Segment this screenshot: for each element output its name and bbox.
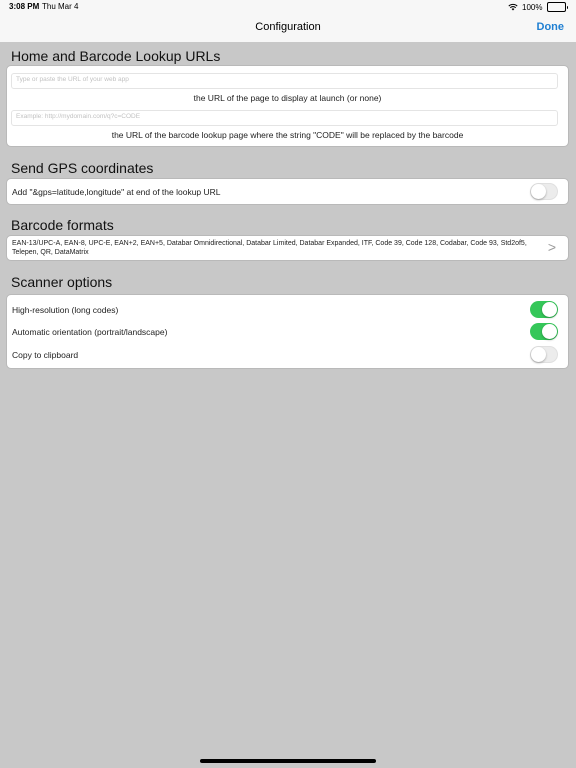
auto-orientation-label: Automatic orientation (portrait/landscap… bbox=[12, 327, 168, 337]
scanner-section-title: Scanner options bbox=[11, 274, 113, 290]
wifi-icon bbox=[508, 3, 518, 11]
high-resolution-toggle[interactable] bbox=[530, 301, 558, 318]
high-resolution-label: High-resolution (long codes) bbox=[12, 305, 119, 315]
battery-percent: 100% bbox=[522, 2, 543, 12]
chevron-right-icon[interactable]: > bbox=[548, 239, 556, 255]
battery-icon bbox=[546, 2, 568, 12]
gps-label: Add "&gps=latitude,longitude" at end of … bbox=[12, 187, 221, 197]
gps-section-title: Send GPS coordinates bbox=[11, 160, 154, 176]
home-url-help: the URL of the page to display at launch… bbox=[193, 93, 382, 103]
scanner-card: High-resolution (long codes) Automatic o… bbox=[6, 294, 569, 369]
page-title: Configuration bbox=[255, 21, 321, 33]
home-indicator[interactable] bbox=[200, 759, 376, 763]
formats-row[interactable]: EAN-13/UPC-A, EAN-8, UPC-E, EAN+2, EAN+5… bbox=[6, 235, 569, 261]
copy-clipboard-label: Copy to clipboard bbox=[12, 350, 79, 360]
lookup-url-placeholder: Example: http://mydomain.com/q?c=CODE bbox=[16, 113, 141, 120]
formats-section-title: Barcode formats bbox=[11, 217, 114, 233]
copy-clipboard-toggle[interactable] bbox=[530, 346, 558, 363]
auto-orientation-toggle[interactable] bbox=[530, 323, 558, 340]
gps-toggle[interactable] bbox=[530, 183, 558, 200]
status-time: 3:08 PM bbox=[9, 2, 40, 11]
lookup-url-field[interactable]: Example: http://mydomain.com/q?c=CODE bbox=[11, 110, 558, 126]
status-icons: 100% bbox=[508, 1, 568, 13]
top-bar: 3:08 PM Thu Mar 4 100% Configuration Don… bbox=[0, 0, 576, 42]
lookup-url-help: the URL of the barcode lookup page where… bbox=[111, 130, 464, 140]
urls-section-title: Home and Barcode Lookup URLs bbox=[11, 48, 221, 64]
formats-list: EAN-13/UPC-A, EAN-8, UPC-E, EAN+2, EAN+5… bbox=[12, 240, 527, 256]
home-url-placeholder: Type or paste the URL of your web app bbox=[16, 76, 129, 83]
urls-card: Type or paste the URL of your web app th… bbox=[6, 65, 569, 147]
gps-card: Add "&gps=latitude,longitude" at end of … bbox=[6, 178, 569, 205]
done-button[interactable]: Done bbox=[537, 21, 565, 33]
home-url-field[interactable]: Type or paste the URL of your web app bbox=[11, 73, 558, 89]
status-date: Thu Mar 4 bbox=[42, 2, 79, 11]
